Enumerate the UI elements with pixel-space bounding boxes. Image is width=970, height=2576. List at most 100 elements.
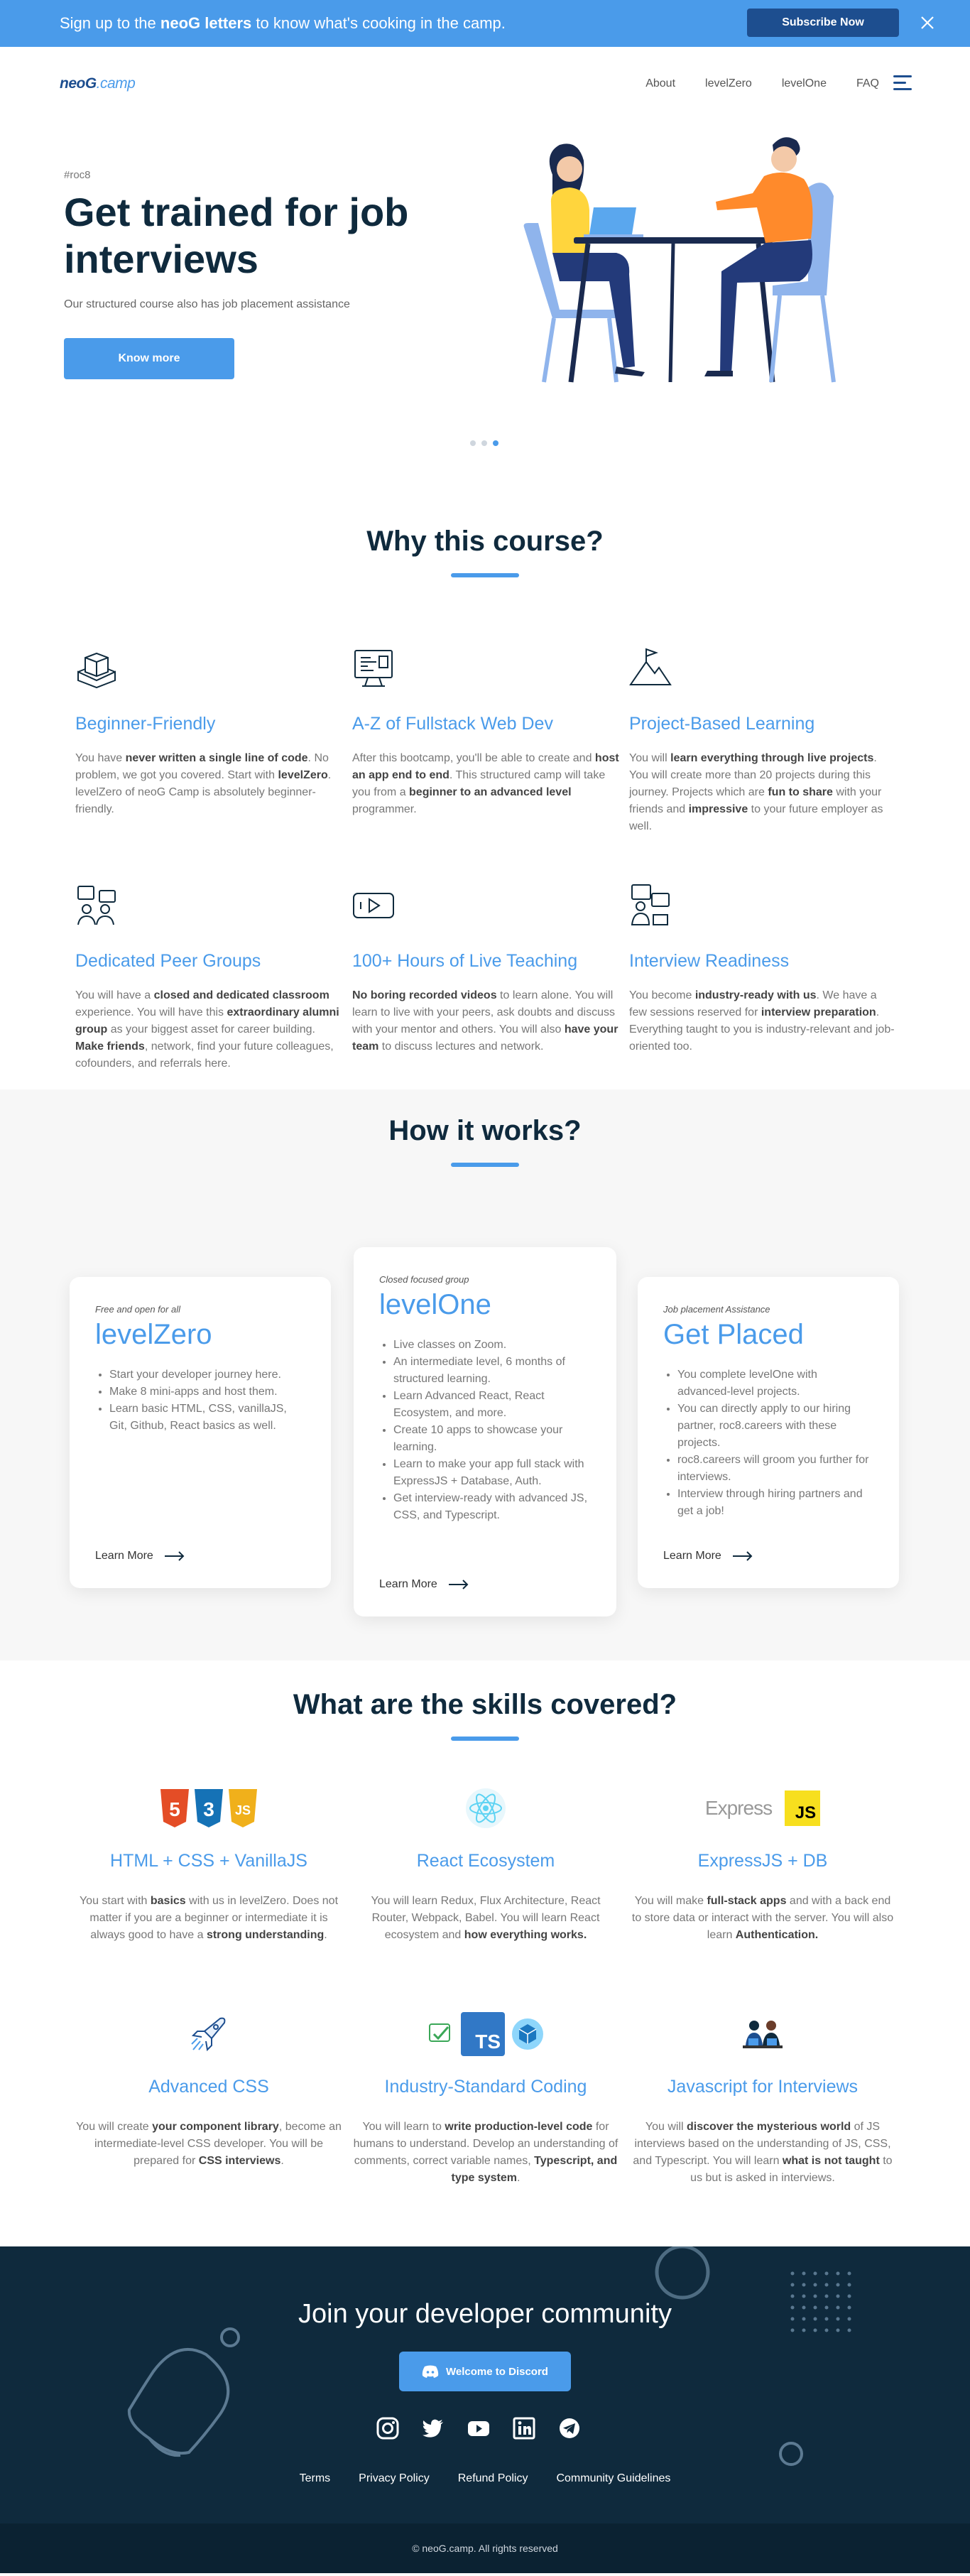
feature-card: Project-Based Learning You will learn ev… xyxy=(629,646,896,835)
interview-icon xyxy=(631,884,670,925)
svg-text:3: 3 xyxy=(203,1798,214,1820)
html5-icon: 5 xyxy=(160,1789,189,1827)
join-community-title: Join your developer community xyxy=(298,2299,672,2329)
know-more-button[interactable]: Know more xyxy=(64,338,234,379)
skills-title: What are the skills covered? xyxy=(293,1689,677,1720)
hero-title: Get trained for job interviews xyxy=(64,190,409,281)
feature-title: Beginner-Friendly xyxy=(75,714,216,734)
nav-link-levelzero[interactable]: levelZero xyxy=(705,77,752,90)
learn-more-link[interactable]: Learn More xyxy=(379,1578,469,1591)
how-title: How it works? xyxy=(388,1115,582,1146)
carousel-dots xyxy=(470,440,498,446)
box-icon xyxy=(512,2018,543,2050)
decorative-circle xyxy=(655,2246,710,2300)
instagram-icon[interactable] xyxy=(376,2417,399,2440)
card-list: You complete levelOne with advanced-leve… xyxy=(663,1366,873,1520)
feature-description: You have never written a single line of … xyxy=(75,752,332,815)
nav-link-levelone[interactable]: levelOne xyxy=(782,77,827,90)
copyright: © neoG.camp. All rights reserved xyxy=(0,2523,970,2573)
learn-more-link[interactable]: Learn More xyxy=(95,1550,185,1563)
twitter-icon[interactable] xyxy=(422,2417,445,2440)
skills-section: What are the skills covered? 5 3 JS HTML… xyxy=(0,1661,970,2246)
carousel-dot-active[interactable] xyxy=(493,440,498,446)
levelone-card: Closed focused group levelOne Live class… xyxy=(354,1247,616,1616)
feature-card: Dedicated Peer Groups You will have a cl… xyxy=(75,884,342,1072)
telegram-icon[interactable] xyxy=(558,2417,581,2440)
hero-subtitle: Our structured course also has job place… xyxy=(64,298,350,310)
list-item: Live classes on Zoom. xyxy=(393,1337,591,1354)
card-caption: Free and open for all xyxy=(95,1304,180,1315)
js-logo: JS xyxy=(785,1790,821,1826)
bell-icon xyxy=(127,2327,240,2457)
title-underline xyxy=(451,1163,519,1167)
feature-title: Dedicated Peer Groups xyxy=(75,951,261,971)
skill-title: Advanced CSS xyxy=(148,2077,269,2097)
skill-card: React Ecosystem You will learn Redux, Fl… xyxy=(352,1783,619,1944)
feature-description: You will learn everything through live p… xyxy=(629,752,883,832)
nav-links: About levelZero levelOne FAQ xyxy=(645,47,879,121)
list-item: Create 10 apps to showcase your learning… xyxy=(393,1422,591,1456)
developers-icon xyxy=(629,2009,896,2060)
why-section: Why this course? Beginner-Friendly You h… xyxy=(0,476,970,1089)
hero-section: #roc8 Get trained for job interviews Our… xyxy=(0,121,970,476)
skill-description: You will make full-stack apps and with a… xyxy=(631,1895,894,1941)
logo[interactable]: neoG.camp xyxy=(60,75,136,92)
list-item: You can directly apply to our hiring par… xyxy=(677,1401,873,1452)
footer-link-terms[interactable]: Terms xyxy=(300,2472,331,2485)
carousel-dot[interactable] xyxy=(481,440,487,446)
card-title: Get Placed xyxy=(663,1319,804,1350)
card-list: Start your developer journey here. Make … xyxy=(95,1366,305,1435)
subscribe-button[interactable]: Subscribe Now xyxy=(747,9,899,37)
footer-link-privacy[interactable]: Privacy Policy xyxy=(359,2472,430,2485)
feature-title: A-Z of Fullstack Web Dev xyxy=(352,714,553,734)
interview-illustration xyxy=(523,137,836,383)
decorative-circle-small xyxy=(779,2442,803,2466)
footer-link-refund[interactable]: Refund Policy xyxy=(458,2472,528,2485)
mountain-flag-icon xyxy=(629,648,672,685)
linkedin-icon[interactable] xyxy=(513,2417,535,2440)
svg-text:5: 5 xyxy=(169,1798,180,1820)
skill-title: Javascript for Interviews xyxy=(667,2077,859,2097)
express-logo: Express xyxy=(704,1797,773,1819)
skill-card: TS Industry-Standard Coding You will lea… xyxy=(352,2009,619,2187)
feature-description: You will have a closed and dedicated cla… xyxy=(75,989,339,1070)
youtube-icon[interactable] xyxy=(467,2417,490,2440)
peer-group-icon xyxy=(77,886,116,925)
feature-card: A-Z of Fullstack Web Dev After this boot… xyxy=(352,646,619,818)
title-underline xyxy=(451,1737,519,1741)
feature-description: After this bootcamp, you'll be able to c… xyxy=(352,752,619,815)
get-placed-card: Job placement Assistance Get Placed You … xyxy=(638,1277,899,1588)
discord-icon xyxy=(422,2365,439,2378)
footer-link-guidelines[interactable]: Community Guidelines xyxy=(556,2472,670,2485)
menu-icon[interactable] xyxy=(893,75,912,91)
top-navigation: neoG.camp About levelZero levelOne FAQ xyxy=(0,47,970,121)
list-item: An intermediate level, 6 months of struc… xyxy=(393,1354,591,1388)
feature-card: Beginner-Friendly You have never written… xyxy=(75,646,342,818)
feature-title: 100+ Hours of Live Teaching xyxy=(352,951,578,971)
card-list: Live classes on Zoom. An intermediate le… xyxy=(379,1337,591,1524)
skill-card: Javascript for Interviews You will disco… xyxy=(629,2009,896,2187)
skill-description: You start with basics with us in levelZe… xyxy=(79,1895,339,1941)
nav-link-faq[interactable]: FAQ xyxy=(856,77,879,90)
close-icon[interactable] xyxy=(917,13,937,33)
skill-title: React Ecosystem xyxy=(416,1851,555,1871)
blocks-icon xyxy=(77,652,116,689)
list-item: Make 8 mini-apps and host them. xyxy=(109,1384,305,1401)
skill-description: You will learn to write production-level… xyxy=(353,2121,618,2184)
why-title: Why this course? xyxy=(366,526,604,557)
skill-title: Industry-Standard Coding xyxy=(384,2077,587,2097)
list-item: Learn Advanced React, React Ecosystem, a… xyxy=(393,1388,591,1422)
learn-more-link[interactable]: Learn More xyxy=(663,1550,753,1563)
carousel-dot[interactable] xyxy=(470,440,476,446)
discord-button[interactable]: Welcome to Discord xyxy=(399,2352,571,2391)
list-item: Learn to make your app full stack with E… xyxy=(393,1456,591,1490)
skill-description: You will learn Redux, Flux Architecture,… xyxy=(371,1895,601,1941)
hero-tag: #roc8 xyxy=(64,169,91,181)
javascript-icon: JS xyxy=(229,1789,257,1827)
footer: Join your developer community Welcome to… xyxy=(0,2246,970,2523)
list-item: Start your developer journey here. xyxy=(109,1366,305,1384)
code-check-icon xyxy=(429,2023,450,2042)
nav-link-about[interactable]: About xyxy=(645,77,675,90)
list-item: roc8.careers will groom you further for … xyxy=(677,1452,873,1486)
css3-icon: 3 xyxy=(195,1789,223,1827)
